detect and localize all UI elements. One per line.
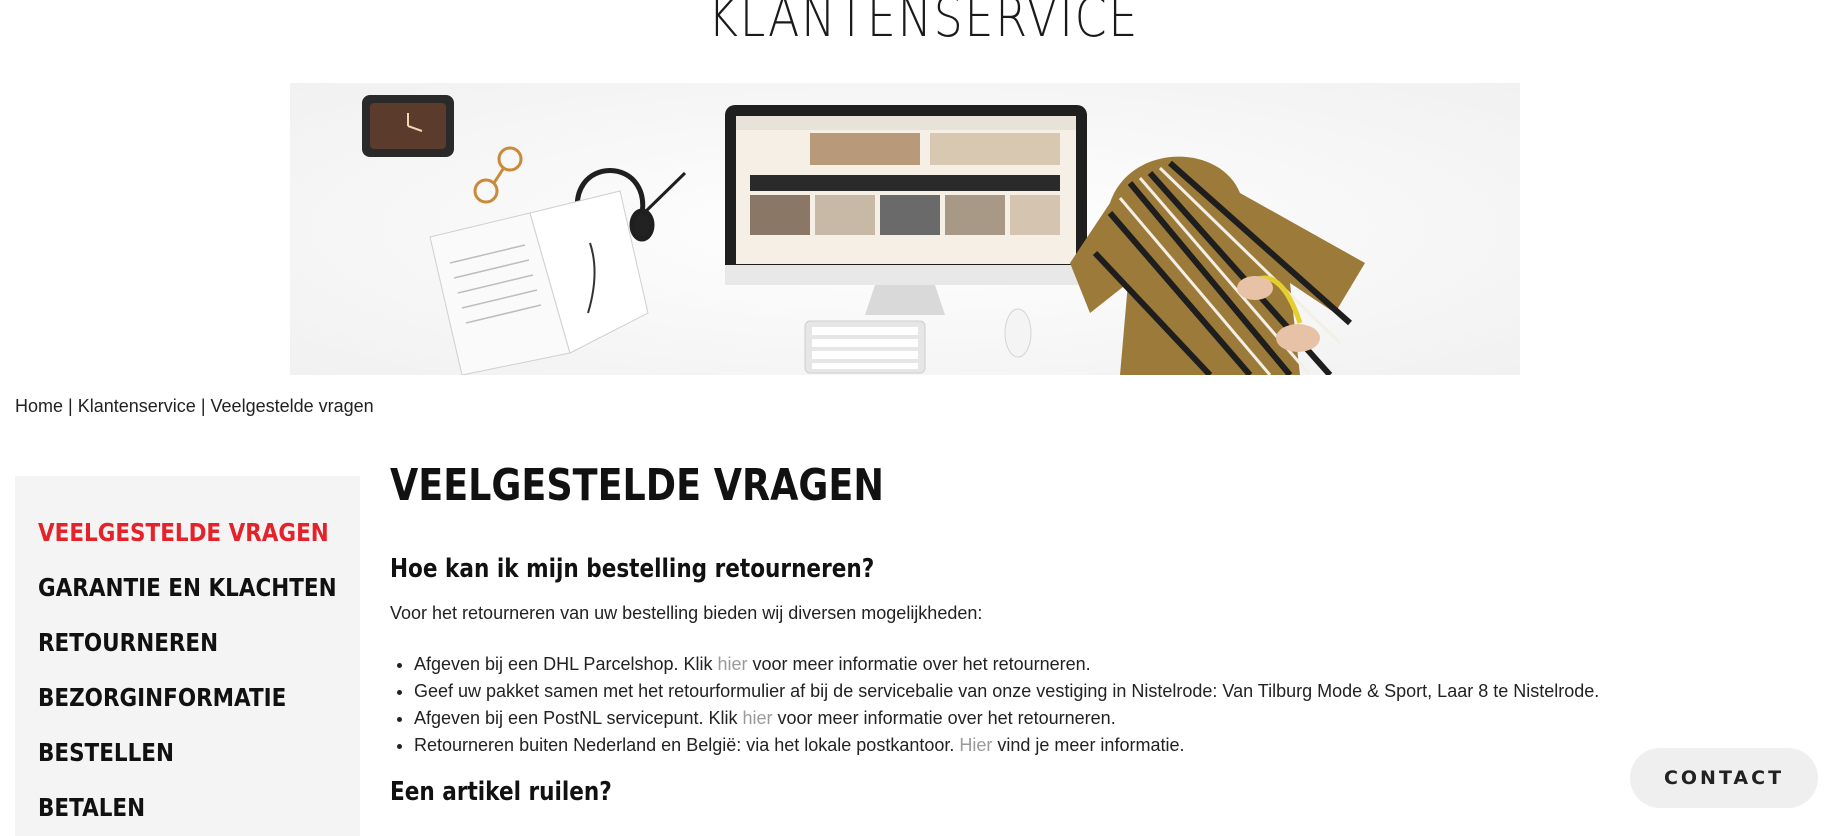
sidebar-item-bestellen[interactable]: BESTELLEN: [38, 734, 315, 772]
international-info-link[interactable]: Hier: [959, 735, 992, 755]
breadcrumb: Home | Klantenservice | Veelgestelde vra…: [15, 396, 374, 417]
list-item-text: Afgeven bij een PostNL servicepunt. Klik: [414, 708, 743, 728]
list-item: Retourneren buiten Nederland en België: …: [414, 732, 1599, 759]
question-intro: Voor het retourneren van uw bestelling b…: [390, 603, 983, 623]
list-item: Afgeven bij een PostNL servicepunt. Klik…: [414, 705, 1599, 732]
sidebar-item-veelgestelde-vragen[interactable]: VEELGESTELDE VRAGEN: [38, 514, 329, 552]
question-heading-exchange[interactable]: Een artikel ruilen?: [390, 775, 612, 809]
computer-monitor-icon: [725, 105, 1087, 315]
question-heading-return: Hoe kan ik mijn bestelling retourneren?: [390, 554, 875, 584]
sidebar-nav: VEELGESTELDE VRAGEN GARANTIE EN KLACHTEN…: [15, 476, 360, 836]
list-item: Geef uw pakket samen met het retourformu…: [414, 678, 1599, 705]
faq-title: VEELGESTELDE VRAGEN: [390, 460, 884, 511]
sidebar-item-garantie-en-klachten[interactable]: GARANTIE EN KLACHTEN: [38, 569, 337, 607]
breadcrumb-separator: |: [68, 396, 73, 416]
sidebar-item-betalen[interactable]: BETALEN: [38, 789, 315, 827]
postnl-info-link[interactable]: hier: [743, 708, 773, 728]
breadcrumb-current: Veelgestelde vragen: [210, 396, 374, 416]
list-item-text: vind je meer informatie.: [992, 735, 1185, 755]
mouse-icon: [1004, 308, 1032, 358]
breadcrumb-klantenservice[interactable]: Klantenservice: [78, 396, 196, 416]
breadcrumb-home[interactable]: Home: [15, 396, 63, 416]
list-item-text: voor meer informatie over het retournere…: [772, 708, 1116, 728]
list-item-text: Geef uw pakket samen met het retourformu…: [414, 681, 1600, 701]
list-item: Afgeven bij een DHL Parcelshop. Klik hie…: [414, 651, 1599, 678]
list-item-text: Retourneren buiten Nederland en België: …: [414, 735, 960, 755]
breadcrumb-separator: |: [200, 396, 206, 416]
sidebar-item-bezorginformatie[interactable]: BEZORGINFORMATIE: [38, 679, 315, 717]
list-item-text: Afgeven bij een DHL Parcelshop. Klik: [414, 654, 718, 674]
sidebar-item-retourneren[interactable]: RETOURNEREN: [38, 624, 315, 662]
dhl-info-link[interactable]: hier: [718, 654, 748, 674]
contact-button[interactable]: CONTACT: [1630, 748, 1818, 808]
return-options-list: Afgeven bij een DHL Parcelshop. Klik hie…: [390, 651, 1599, 759]
hero-banner-image: [290, 83, 1520, 375]
page-title: KLANTENSERVICE: [707, 0, 1140, 49]
faq-content: VEELGESTELDE VRAGEN Hoe kan ik mijn best…: [390, 460, 1620, 807]
list-item-text: voor meer informatie over het retournere…: [747, 654, 1091, 674]
keyboard-icon: [804, 320, 926, 374]
clock-icon: [362, 95, 454, 157]
